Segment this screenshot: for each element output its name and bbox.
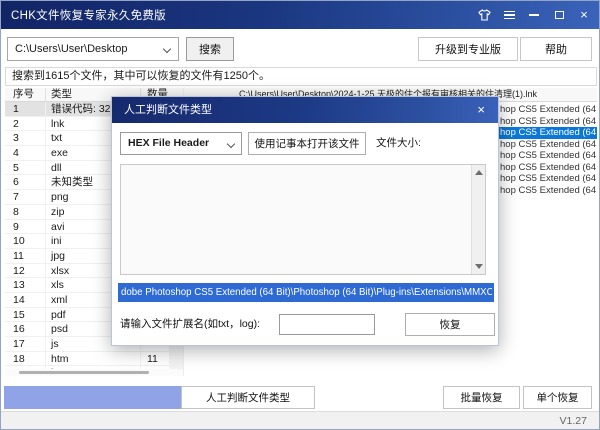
table-cell-num: 2	[5, 117, 46, 131]
table-cell-num: 9	[5, 220, 46, 234]
file-path-fragment: hop CS5 Extended (64 B	[500, 127, 597, 139]
table-cell-num: 17	[5, 337, 46, 351]
table-cell-num: 13	[5, 278, 46, 292]
menu-icon[interactable]	[502, 8, 516, 22]
table-cell-num: 12	[5, 264, 46, 278]
table-cell-qty: 11	[141, 352, 170, 366]
manual-type-button[interactable]: 人工判断文件类型	[181, 386, 315, 409]
filesize-label: 文件大小:	[376, 132, 421, 155]
hex-header-combobox[interactable]: HEX File Header	[120, 132, 242, 155]
help-button[interactable]: 帮助	[520, 37, 592, 61]
file-path-fragment: hop CS5 Extended (64 B	[500, 116, 597, 128]
path-combobox-value: C:\Users\User\Desktop	[15, 43, 127, 55]
table-row[interactable]: 18htm11	[5, 352, 170, 367]
hex-preview-area[interactable]	[120, 164, 486, 275]
skin-icon[interactable]	[477, 8, 491, 22]
chevron-down-icon	[163, 45, 171, 53]
table-cell-num: 5	[5, 161, 46, 175]
extension-input[interactable]	[279, 314, 375, 335]
progress-bar	[4, 386, 181, 409]
manual-type-dialog: 人工判断文件类型 × HEX File Header 使用记事本打开该文件 文件…	[111, 96, 499, 346]
chevron-down-icon	[227, 140, 235, 148]
extension-label: 请输入文件扩展名(如txt，log):	[120, 313, 260, 336]
textarea-scrollbar[interactable]	[471, 165, 485, 274]
recover-button[interactable]: 恢复	[405, 313, 495, 336]
search-button[interactable]: 搜索	[186, 37, 234, 61]
header-num[interactable]: 序号	[5, 88, 46, 101]
app-window: CHK文件恢复专家永久免费版 × C:\Users\User\Desktop 搜…	[0, 0, 600, 430]
file-path-input[interactable]: dobe Photoshop CS5 Extended (64 Bit)\Pho…	[118, 283, 494, 302]
file-path-fragment: hop CS5 Extended (64 B	[500, 139, 597, 151]
file-path-fragment: hop CS5 Extended (64 B	[500, 104, 597, 116]
file-path-fragment: hop CS5 Extended (64 B	[500, 162, 597, 174]
dialog-titlebar: 人工判断文件类型 ×	[112, 97, 498, 123]
single-recover-button[interactable]: 单个恢复	[523, 386, 592, 409]
table-cell-num: 16	[5, 322, 46, 336]
hex-header-combobox-value: HEX File Header	[128, 137, 209, 149]
table-cell-num: 4	[5, 146, 46, 160]
open-with-notepad-button[interactable]: 使用记事本打开该文件	[248, 132, 366, 155]
table-cell-num: 15	[5, 308, 46, 322]
titlebar: CHK文件恢复专家永久免费版 ×	[1, 1, 599, 29]
scroll-down-icon[interactable]	[475, 264, 483, 269]
table-cell-num: 3	[5, 131, 46, 145]
search-result-message: 搜索到1615个文件，其中可以恢复的文件有1250个。	[5, 67, 597, 86]
table-cell-num: 8	[5, 205, 46, 219]
maximize-button[interactable]	[552, 8, 566, 22]
scroll-up-icon[interactable]	[475, 170, 483, 175]
close-button[interactable]: ×	[577, 8, 591, 22]
scrollbar-thumb[interactable]	[19, 371, 149, 374]
table-cell-num: 7	[5, 190, 46, 204]
titlebar-icons: ×	[477, 1, 591, 29]
selected-path-text: dobe Photoshop CS5 Extended (64 Bit)\Pho…	[120, 285, 492, 300]
window-title: CHK文件恢复专家永久免费版	[1, 7, 166, 23]
bottom-bar: 人工判断文件类型 批量恢复 单个恢复	[1, 376, 599, 411]
batch-recover-button[interactable]: 批量恢复	[443, 386, 520, 409]
file-path-fragment: hop CS5 Extended (64 B	[500, 185, 597, 197]
horizontal-scrollbar[interactable]	[5, 369, 183, 376]
table-cell-num: 11	[5, 249, 46, 263]
toolbar: C:\Users\User\Desktop 搜索 升级到专业版 帮助	[1, 29, 599, 67]
path-combobox[interactable]: C:\Users\User\Desktop	[7, 37, 179, 61]
dialog-close-icon[interactable]: ×	[474, 97, 488, 123]
dialog-title: 人工判断文件类型	[124, 104, 212, 116]
table-cell-num: 6	[5, 175, 46, 189]
table-cell-num: 14	[5, 293, 46, 307]
upgrade-button[interactable]: 升级到专业版	[418, 37, 518, 61]
version-label: V1.27	[560, 412, 587, 430]
file-path-fragment: hop CS5 Extended (64 B	[500, 173, 597, 185]
table-cell-num: 10	[5, 234, 46, 248]
table-cell-num: 18	[5, 352, 46, 366]
statusbar: V1.27	[1, 411, 599, 430]
table-cell-type: htm	[46, 352, 141, 366]
file-path-fragment: hop CS5 Extended (64 B	[500, 150, 597, 162]
minimize-button[interactable]	[527, 8, 541, 22]
table-cell-num: 1	[5, 102, 46, 116]
